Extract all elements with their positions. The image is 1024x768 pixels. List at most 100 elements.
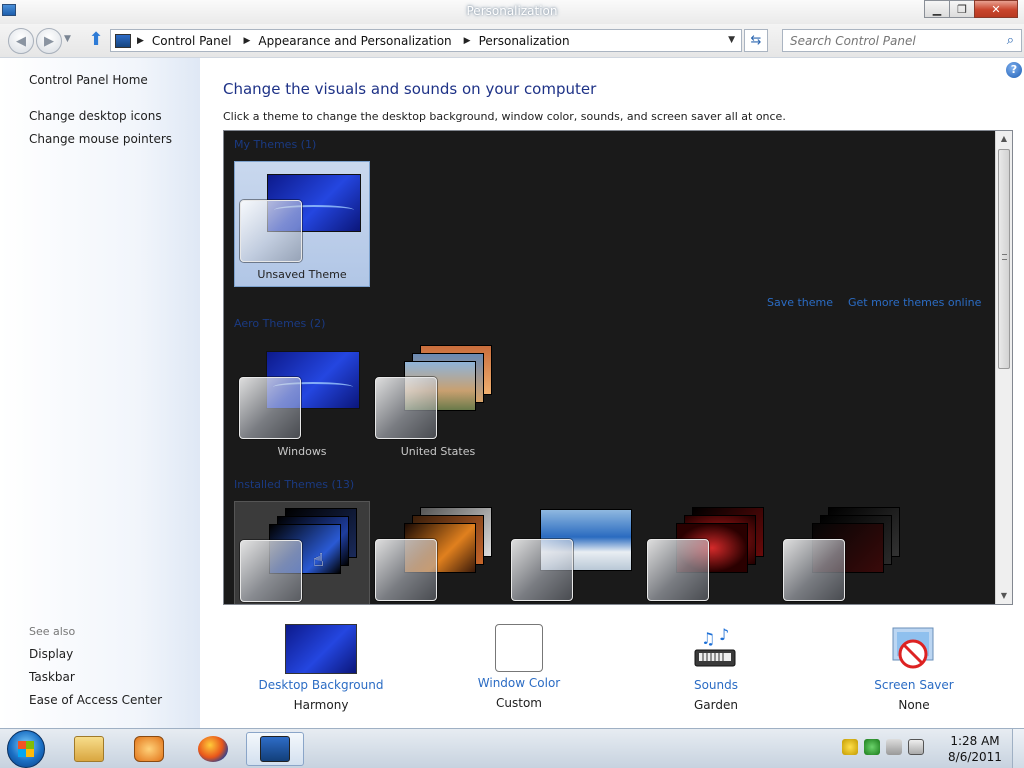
minimize-icon: ▁ [932,2,942,16]
screen-saver-option[interactable]: Screen Saver None [834,621,994,712]
search-input[interactable] [783,30,993,51]
breadcrumb[interactable]: ▶ Control Panel ▶ Appearance and Personali… [110,29,742,52]
display-link[interactable]: Display [29,647,73,661]
refresh-icon: ⇆ [750,33,762,48]
theme-name: Windows [277,445,327,458]
get-more-themes-link[interactable]: Get more themes online [848,296,981,309]
chevron-right-icon[interactable]: ▶ [464,36,471,46]
sounds-option[interactable]: ♫ ♪ Sounds Garden [636,621,796,712]
forward-button[interactable]: ▶ [36,28,62,54]
theme-color-swatch [647,539,709,601]
theme-tile-installed[interactable]: ☝ [234,501,370,604]
search-icon[interactable]: ⌕ [1007,33,1014,48]
window-color-value: Custom [496,696,542,710]
taskbar-explorer-button[interactable] [60,732,118,766]
screen-saver-icon[interactable] [889,624,939,674]
window-color-swatch[interactable] [495,624,543,672]
change-mouse-pointers-link[interactable]: Change mouse pointers [29,132,172,146]
minimize-button[interactable]: ▁ [924,0,950,18]
chevron-right-icon[interactable]: ▶ [137,36,144,46]
theme-color-swatch [240,200,302,262]
breadcrumb-item-appearance[interactable]: ▶ Appearance and Personalization [244,34,452,48]
sounds-value: Garden [694,698,738,712]
control-panel-home-link[interactable]: Control Panel Home [29,73,148,87]
restore-icon: ❐ [957,2,967,16]
gallery-scrollbar[interactable]: ▲ ▼ [995,131,1012,604]
firefox-icon [198,736,228,762]
taskbar-link[interactable]: Taskbar [29,670,75,684]
close-button[interactable]: ✕ [974,0,1018,18]
theme-tile-unsaved[interactable]: Unsaved Theme [234,161,370,287]
refresh-button[interactable]: ⇆ [744,29,768,52]
breadcrumb-item-personalization[interactable]: ▶ Personalization [464,34,570,48]
network-icon[interactable] [864,739,880,755]
taskbar-media-player-button[interactable] [120,732,178,766]
window-color-link[interactable]: Window Color [439,676,599,690]
media-player-icon [134,736,164,762]
notification-area [842,739,924,755]
group-header-aero-themes[interactable]: Aero Themes (2) [234,317,325,330]
address-history-chevron-down-icon[interactable]: ▼ [728,35,735,45]
save-theme-link[interactable]: Save theme [767,296,833,309]
window-title: Personalization [466,4,558,18]
forward-arrow-icon: ▶ [44,33,54,49]
help-icon[interactable]: ? [1006,62,1022,78]
window-color-option[interactable]: Window Color Custom [439,621,599,710]
desktop-background-link[interactable]: Desktop Background [241,678,401,692]
theme-tile-installed[interactable] [506,501,642,604]
theme-tile-installed[interactable] [642,501,778,604]
action-center-icon[interactable] [842,739,858,755]
group-header-installed-themes[interactable]: Installed Themes (13) [234,478,354,491]
back-arrow-icon: ◀ [16,33,26,49]
recent-pages-chevron-down-icon[interactable]: ▼ [64,34,71,44]
windows-logo-icon [18,741,34,757]
change-desktop-icons-link[interactable]: Change desktop icons [29,109,162,123]
page-title: Change the visuals and sounds on your co… [223,80,597,98]
desktop-background-option[interactable]: Desktop Background Harmony [241,621,401,712]
start-button[interactable] [7,730,45,768]
scrollbar-grip [1002,254,1007,260]
theme-tile-united-states[interactable]: United States [370,339,506,465]
back-button[interactable]: ◀ [8,28,34,54]
theme-color-swatch [239,377,301,439]
sounds-icon[interactable]: ♫ ♪ [691,624,741,674]
group-header-my-themes[interactable]: My Themes (1) [234,138,316,151]
page-description: Click a theme to change the desktop back… [223,110,786,123]
scrollbar-thumb[interactable] [998,149,1010,369]
up-arrow-icon[interactable]: ⬆ [86,30,106,50]
svg-text:♪: ♪ [719,625,729,644]
volume-muted-icon[interactable] [886,739,902,755]
screen-saver-value: None [898,698,930,712]
theme-name: United States [400,445,476,458]
system-clock[interactable]: 1:28 AM 8/6/2011 [940,733,1010,765]
close-icon: ✕ [991,2,1001,16]
taskbar-control-panel-button[interactable] [246,732,304,766]
breadcrumb-item-control-panel[interactable]: ▶ Control Panel [137,34,232,48]
theme-gallery[interactable]: My Themes (1) Unsaved Theme Save theme G… [223,130,1013,605]
maximize-button[interactable]: ❐ [949,0,975,18]
chevron-right-icon[interactable]: ▶ [244,36,251,46]
theme-name: Unsaved Theme [257,268,347,281]
control-panel-icon [115,33,131,48]
desktop-background-thumbnail[interactable] [285,624,357,674]
search-box[interactable]: ⌕ [782,29,1022,52]
see-also-label: See also [29,625,76,638]
clock-date: 8/6/2011 [948,750,1002,764]
theme-tile-installed[interactable] [778,501,914,604]
show-desktop-button[interactable] [1012,729,1024,768]
theme-tile-installed[interactable] [370,501,506,604]
ease-of-access-link[interactable]: Ease of Access Center [29,693,162,707]
title-bar: Personalization ▁ ❐ ✕ [0,0,1024,24]
desktop-background-value: Harmony [293,698,349,712]
screen-saver-link[interactable]: Screen Saver [834,678,994,692]
display-icon[interactable] [908,739,924,755]
scroll-down-arrow-icon[interactable]: ▼ [996,588,1012,604]
svg-text:♫: ♫ [701,629,715,648]
scroll-up-arrow-icon[interactable]: ▲ [996,131,1012,147]
control-panel-icon [260,736,290,762]
theme-color-swatch [783,539,845,601]
theme-tile-windows[interactable]: Windows [234,339,370,465]
taskbar-firefox-button[interactable] [184,732,242,766]
folder-icon [74,736,104,762]
sounds-link[interactable]: Sounds [636,678,796,692]
